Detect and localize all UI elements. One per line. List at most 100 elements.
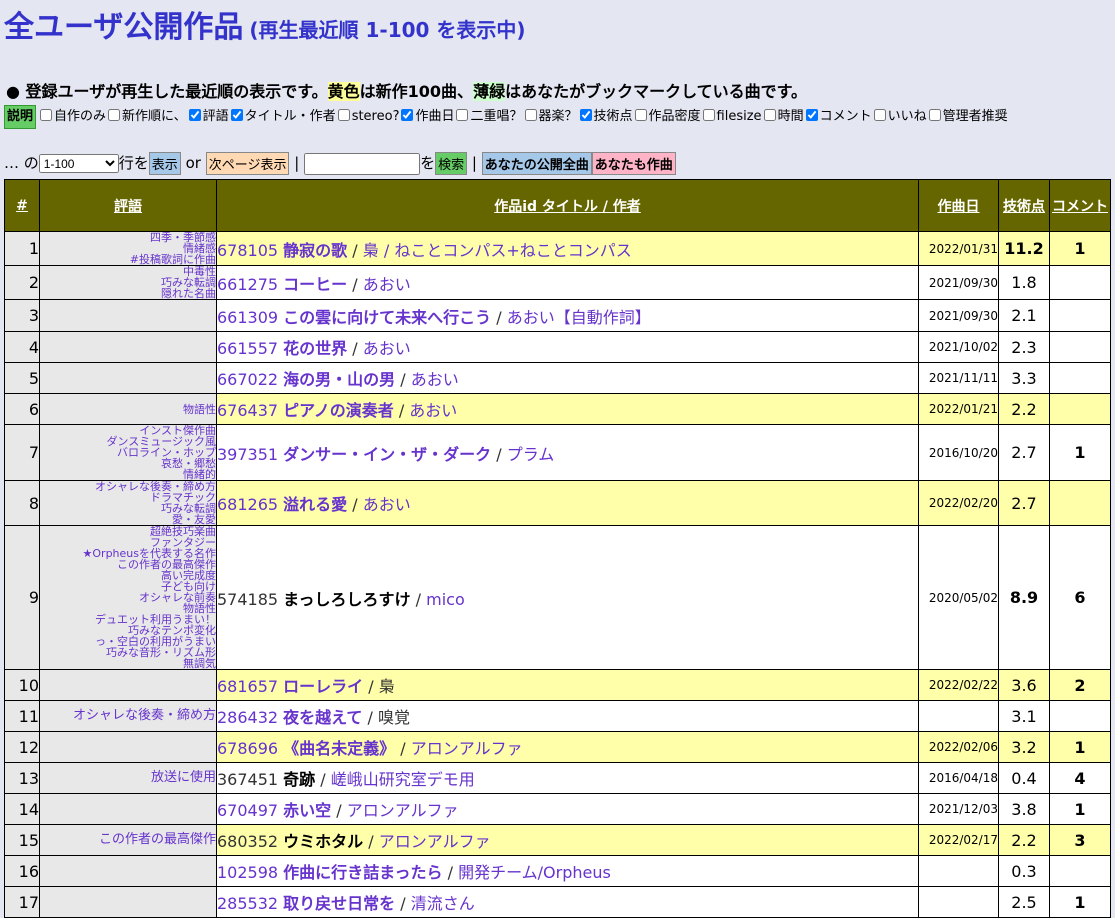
work-title[interactable]: ローレライ	[283, 677, 363, 696]
comment-tag[interactable]: #投稿歌詞に作曲	[41, 254, 216, 265]
row-comment-count[interactable]: 6	[1049, 525, 1111, 670]
work-id[interactable]: 681657	[218, 677, 279, 696]
row-comment-count[interactable]: 1	[1049, 886, 1111, 918]
row-comment-count[interactable]	[1049, 362, 1111, 394]
work-id[interactable]: 367451	[218, 770, 279, 789]
row-comment-count[interactable]	[1049, 265, 1111, 300]
work-author[interactable]: あおい【自動作詞】	[507, 308, 651, 327]
row-comment-count[interactable]: 1	[1049, 793, 1111, 825]
option-checkbox[interactable]	[401, 109, 414, 121]
work-id[interactable]: 667022	[218, 370, 279, 389]
option-checkbox[interactable]	[928, 109, 941, 121]
work-id[interactable]: 286432	[218, 708, 279, 727]
work-id[interactable]: 678696	[218, 739, 279, 758]
row-comment-count[interactable]	[1049, 480, 1111, 526]
row-comment-count[interactable]	[1049, 700, 1111, 732]
option-checkbox[interactable]	[524, 109, 537, 121]
work-title[interactable]: ウミホタル	[283, 832, 363, 851]
work-author[interactable]: 梟	[379, 677, 395, 696]
option-checkbox[interactable]	[40, 109, 53, 121]
work-title[interactable]: 静寂の歌	[283, 241, 347, 260]
option-checkbox[interactable]	[188, 109, 201, 121]
row-comment-count[interactable]: 1	[1049, 424, 1111, 481]
work-author[interactable]: プラム	[507, 445, 555, 464]
option-checkbox[interactable]	[805, 109, 818, 121]
work-author[interactable]: 清流さん	[411, 894, 475, 913]
col-cmt-header[interactable]: コメント	[1049, 179, 1111, 232]
range-select[interactable]: 1-100	[38, 154, 119, 173]
comment-tag[interactable]: 物語性	[41, 404, 216, 415]
work-id[interactable]: 681265	[218, 495, 279, 514]
col-comment-header[interactable]: 評語	[39, 179, 217, 232]
comment-tag[interactable]: オシャレな後奏・締め方	[41, 708, 216, 724]
work-title[interactable]: 取り戻せ日常を	[283, 894, 395, 913]
col-date-header[interactable]: 作曲日	[918, 179, 999, 232]
work-author[interactable]: あおい	[409, 401, 457, 420]
work-title[interactable]: 海の男・山の男	[283, 370, 395, 389]
work-title[interactable]: ダンサー・イン・ザ・ダーク	[283, 445, 491, 464]
row-comment-count[interactable]	[1049, 331, 1111, 363]
compose-too-button[interactable]: あなたも作曲	[591, 152, 676, 175]
comment-tag[interactable]: 無調気	[41, 658, 216, 669]
comment-tag[interactable]: 隠れた名曲	[41, 288, 216, 299]
option-checkbox[interactable]	[634, 109, 647, 121]
col-work-header[interactable]: 作品id タイトル / 作者	[216, 179, 919, 232]
work-id[interactable]: 676437	[218, 401, 279, 420]
search-button[interactable]: 検索	[435, 152, 468, 175]
work-author[interactable]: アロンアルファ	[411, 739, 523, 758]
row-comment-count[interactable]	[1049, 393, 1111, 425]
work-title[interactable]: コーヒー	[283, 275, 347, 294]
row-comment-count[interactable]: 4	[1049, 762, 1111, 794]
work-title[interactable]: 赤い空	[283, 801, 331, 820]
work-id[interactable]: 661309	[218, 308, 279, 327]
row-comment-count[interactable]	[1049, 299, 1111, 332]
work-author[interactable]: あおい	[411, 370, 459, 389]
search-input[interactable]	[304, 152, 421, 175]
work-id[interactable]: 285532	[218, 894, 279, 913]
option-checkbox[interactable]	[702, 109, 715, 121]
comment-tag[interactable]: 放送に使用	[41, 770, 216, 786]
work-title[interactable]: 奇跡	[283, 770, 315, 789]
work-id[interactable]: 670497	[218, 801, 279, 820]
comment-tag[interactable]: 情緒的	[41, 469, 216, 480]
work-author[interactable]: アロンアルファ	[379, 832, 491, 851]
comment-tag[interactable]: この作者の最高傑作	[41, 832, 216, 848]
next-page-button[interactable]: 次ページ表示	[205, 152, 290, 175]
work-id[interactable]: 678105	[218, 241, 279, 260]
work-title[interactable]: 夜を越えて	[283, 708, 362, 727]
row-comment-count[interactable]: 1	[1049, 731, 1111, 763]
col-score-header[interactable]: 技術点	[998, 179, 1050, 232]
work-title[interactable]: ピアノの演奏者	[283, 401, 394, 420]
work-author[interactable]: アロンアルファ	[347, 801, 459, 820]
work-title[interactable]: まっしろしろすけ	[283, 590, 410, 609]
option-checkbox[interactable]	[456, 109, 469, 121]
work-id[interactable]: 102598	[218, 863, 279, 882]
work-author[interactable]: 嵯峨山研究室デモ用	[331, 770, 475, 789]
row-comment-count[interactable]	[1049, 855, 1111, 887]
work-id[interactable]: 397351	[218, 445, 279, 464]
show-button[interactable]: 表示	[148, 152, 181, 175]
option-checkbox[interactable]	[579, 109, 592, 121]
col-num-header[interactable]: #	[4, 179, 40, 232]
work-author[interactable]: あおい	[363, 275, 411, 294]
row-comment-count[interactable]: 1	[1049, 231, 1111, 266]
work-author[interactable]: 嗅覚	[378, 708, 410, 727]
work-id[interactable]: 661557	[218, 339, 279, 358]
work-id[interactable]: 661275	[218, 275, 279, 294]
option-checkbox[interactable]	[230, 109, 243, 121]
work-author[interactable]: あおい	[363, 495, 411, 514]
work-title[interactable]: 《曲名未定義》	[283, 739, 395, 758]
explain-button[interactable]: 説明	[4, 105, 37, 129]
option-checkbox[interactable]	[873, 109, 886, 121]
work-id[interactable]: 574185	[218, 590, 279, 609]
my-works-button[interactable]: あなたの公開全曲	[481, 152, 592, 175]
work-author[interactable]: あおい	[363, 339, 411, 358]
option-checkbox[interactable]	[763, 109, 776, 121]
work-author[interactable]: 開発チーム/Orpheus	[458, 863, 611, 882]
option-checkbox[interactable]	[108, 109, 121, 121]
row-comment-count[interactable]: 2	[1049, 669, 1111, 701]
work-id[interactable]: 680352	[218, 832, 279, 851]
comment-tag[interactable]: 愛・友愛	[41, 514, 216, 525]
option-checkbox[interactable]	[337, 109, 350, 121]
work-title[interactable]: 花の世界	[283, 339, 347, 358]
